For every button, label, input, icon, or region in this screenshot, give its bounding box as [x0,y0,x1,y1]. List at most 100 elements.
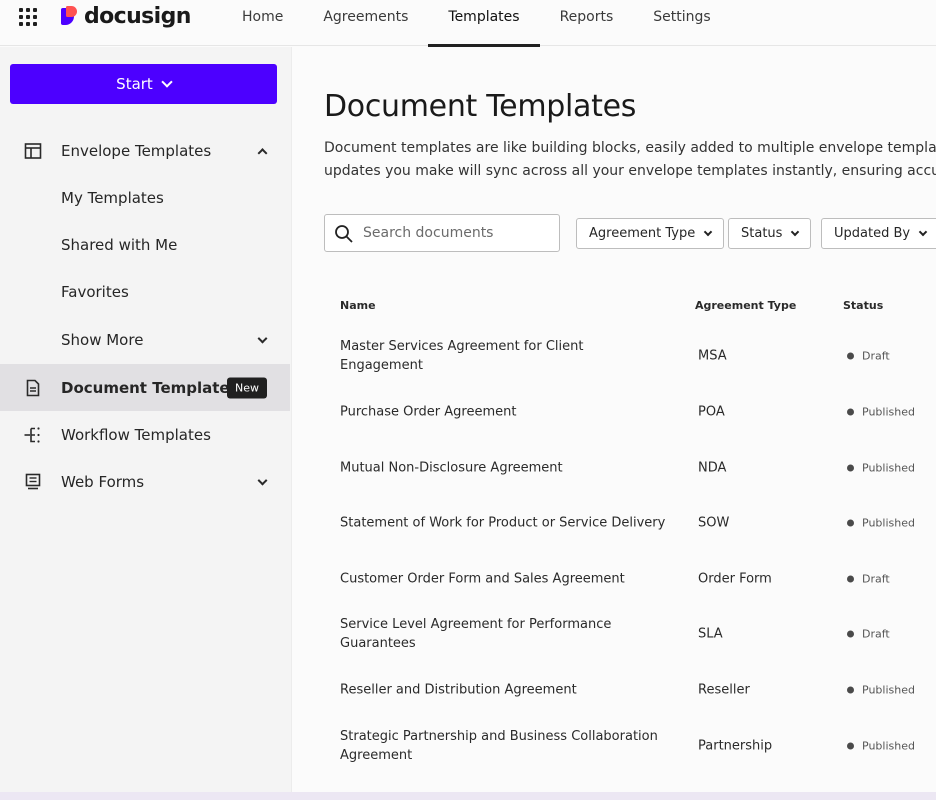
sidebar-item-workflow-templates[interactable]: Workflow Templates [0,411,290,458]
status-badge: Published [847,462,915,475]
table-row[interactable]: Customer Order Form and Sales Agreement … [324,551,936,607]
table-row[interactable]: Master Services Agreement for Client Eng… [324,328,936,384]
status-text: Published [862,461,915,475]
status-badge: Draft [847,350,890,363]
column-header-name[interactable]: Name [340,299,376,312]
start-button[interactable]: Start [10,64,277,104]
cell-type: POA [698,404,725,420]
start-button-label: Start [116,75,153,93]
sidebar-item-envelope-templates[interactable]: Envelope Templates [0,127,290,174]
table-row[interactable]: Purchase Order Agreement POA Published [324,384,936,440]
sidebar-item-favorites[interactable]: Favorites [0,268,290,315]
sidebar-item-show-more[interactable]: Show More [0,316,290,363]
chevron-down-icon [791,227,800,236]
filter-label: Agreement Type [589,226,696,241]
brand-logo[interactable]: docusign [61,2,191,30]
cell-name: Reseller and Distribution Agreement [340,682,577,698]
main-content: Document Templates Document templates ar… [292,47,936,792]
layout-icon [24,142,42,159]
chevron-down-icon [257,333,268,344]
status-dot-icon [847,408,854,416]
page-title: Document Templates [324,89,637,124]
status-dot-icon [847,464,854,472]
page-description: Document templates are like building blo… [324,137,936,183]
chevron-down-icon [918,227,928,236]
cell-type: SOW [698,515,730,531]
filter-updated-by[interactable]: Updated By [821,218,936,249]
status-dot-icon [847,686,854,694]
status-text: Draft [862,627,890,641]
cell-type: MSA [698,348,727,364]
status-badge: Published [847,684,915,697]
sidebar-item-web-forms[interactable]: Web Forms [0,458,290,505]
tab-home[interactable]: Home [222,0,303,46]
new-badge: New [227,377,267,398]
cell-name: Master Services Agreement for Client Eng… [340,339,584,373]
sidebar-item-label: Workflow Templates [61,425,211,444]
sidebar-item-label: Document Templates [61,378,239,397]
search-icon [335,225,353,243]
status-text: Draft [862,572,890,586]
cell-type: SLA [698,626,723,642]
app-launcher-icon[interactable] [19,8,37,26]
column-header-agreement-type[interactable]: Agreement Type [695,299,796,312]
cell-name: Customer Order Form and Sales Agreement [340,571,625,587]
filter-agreement-type[interactable]: Agreement Type [576,218,725,249]
cell-name: Purchase Order Agreement [340,404,517,420]
sidebar-item-label: Favorites [61,282,129,301]
chevron-down-icon [703,227,713,236]
filter-label: Status [741,226,783,241]
tab-reports[interactable]: Reports [540,0,634,46]
description-line: Document templates are like building blo… [324,140,936,156]
sidebar-item-label: Shared with Me [61,235,178,254]
sidebar-item-my-templates[interactable]: My Templates [0,174,290,221]
table-row[interactable]: Mutual Non-Disclosure Agreement NDA Publ… [324,440,936,496]
status-dot-icon [847,575,854,583]
cell-type: Reseller [698,682,750,698]
tab-agreements[interactable]: Agreements [303,0,428,46]
column-header-status[interactable]: Status [843,299,883,312]
tab-templates[interactable]: Templates [428,0,540,47]
status-text: Published [862,739,915,753]
form-icon [25,473,41,489]
sidebar-item-label: Show More [61,330,144,349]
status-dot-icon [847,742,854,750]
table-row[interactable]: Strategic Partnership and Business Colla… [324,718,936,774]
table-row[interactable]: Statement of Work for Product or Service… [324,495,936,551]
tab-settings[interactable]: Settings [633,0,730,46]
filter-label: Updated By [834,226,911,241]
sidebar-item-shared-with-me[interactable]: Shared with Me [0,221,290,268]
status-text: Published [862,516,915,530]
chevron-down-icon [161,76,173,88]
cell-name: Strategic Partnership and Business Colla… [340,729,658,763]
status-text: Draft [862,349,890,363]
search-input[interactable] [363,215,553,251]
chevron-down-icon[interactable] [257,475,268,486]
sidebar-item-label: Envelope Templates [61,141,212,160]
cell-name: Statement of Work for Product or Service… [340,515,666,531]
table-row[interactable]: Reseller and Distribution Agreement Rese… [324,662,936,718]
cell-name: Mutual Non-Disclosure Agreement [340,460,563,476]
logo-mark-icon [61,6,79,26]
sidebar-item-label: Web Forms [61,472,145,491]
status-dot-icon [847,352,854,360]
status-badge: Published [847,517,915,530]
top-bar: docusign Home Agreements Templates Repor… [0,0,936,47]
document-icon [26,379,40,396]
cell-type: NDA [698,460,727,476]
main-nav: Home Agreements Templates Reports Settin… [222,0,731,47]
table-row[interactable]: Service Level Agreement for Performance … [324,606,936,662]
status-badge: Published [847,740,915,753]
status-dot-icon [847,630,854,638]
status-text: Published [862,405,915,419]
status-badge: Published [847,406,915,419]
status-text: Published [862,683,915,697]
description-line: updates you make will sync across all yo… [324,163,936,179]
filter-status[interactable]: Status [728,218,812,249]
status-badge: Draft [847,573,890,586]
app-window: docusign Home Agreements Templates Repor… [0,0,936,792]
cell-type: Partnership [698,738,773,754]
sidebar-item-document-templates[interactable]: Document Templates New [0,364,290,411]
chevron-up-icon[interactable] [257,147,268,158]
search-box [324,214,560,252]
